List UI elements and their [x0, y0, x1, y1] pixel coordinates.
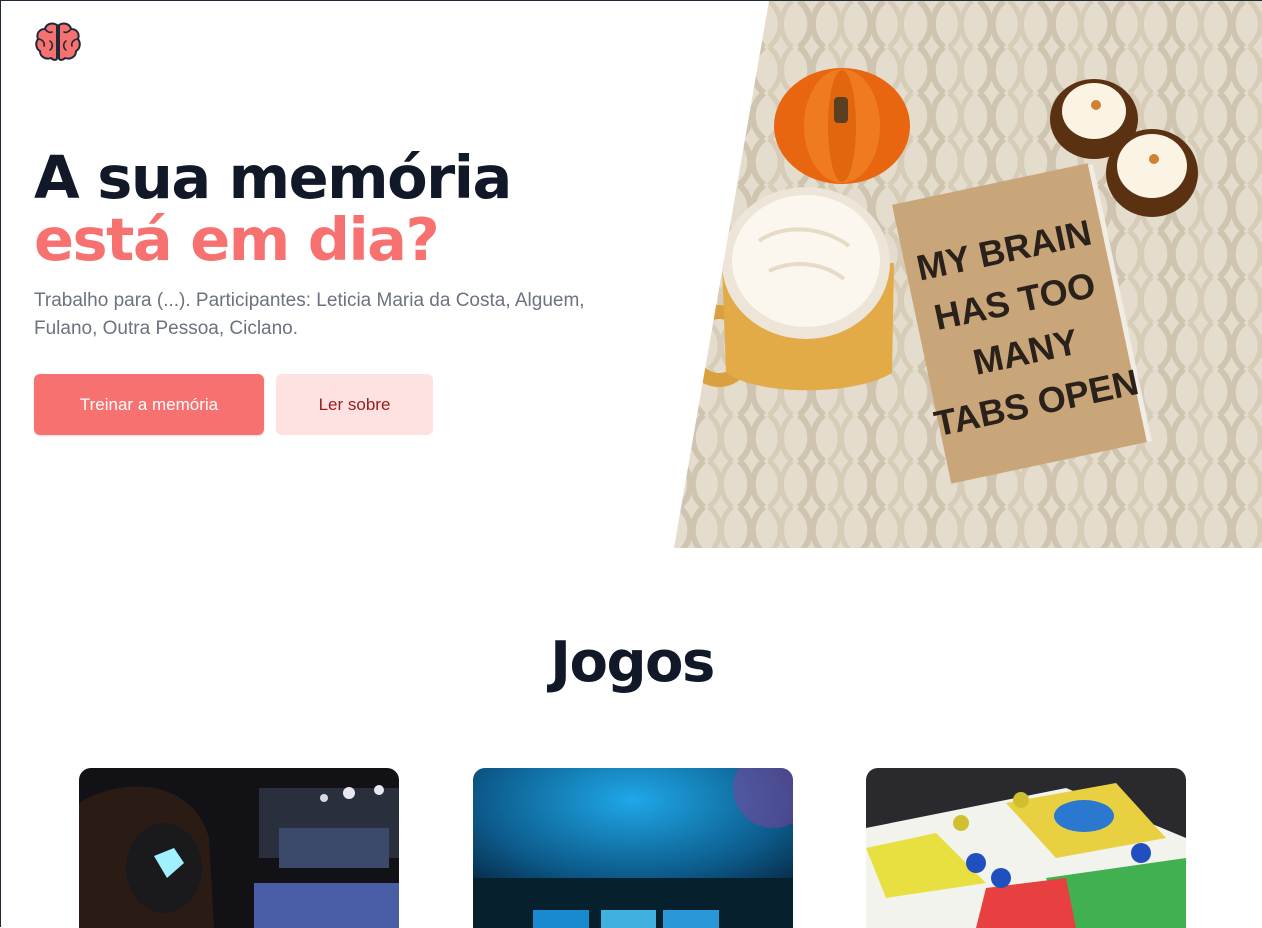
train-memory-button[interactable]: Treinar a memória — [34, 374, 264, 435]
game-card-1[interactable] — [79, 768, 399, 928]
arcade-blue-photo — [473, 768, 793, 928]
hero-title: A sua memória está em dia? — [34, 147, 512, 274]
brain-icon[interactable] — [35, 21, 81, 63]
game-card-2[interactable] — [473, 768, 793, 928]
hero-subtitle: Trabalho para (...). Participantes: Leti… — [34, 290, 585, 339]
hero-title-line1: A sua memória — [34, 143, 512, 212]
gamer-headset-photo — [79, 768, 399, 928]
ludo-board-photo — [866, 768, 1186, 928]
read-about-button[interactable]: Ler sobre — [276, 374, 433, 435]
games-section-title: Jogos — [550, 630, 715, 695]
game-card-3[interactable] — [866, 768, 1186, 928]
pumpkin-icon — [774, 68, 910, 184]
hero-image: MY BRAIN HAS TOO MANY TABS OPEN — [674, 1, 1262, 548]
hero-title-line2: está em dia? — [34, 205, 440, 274]
